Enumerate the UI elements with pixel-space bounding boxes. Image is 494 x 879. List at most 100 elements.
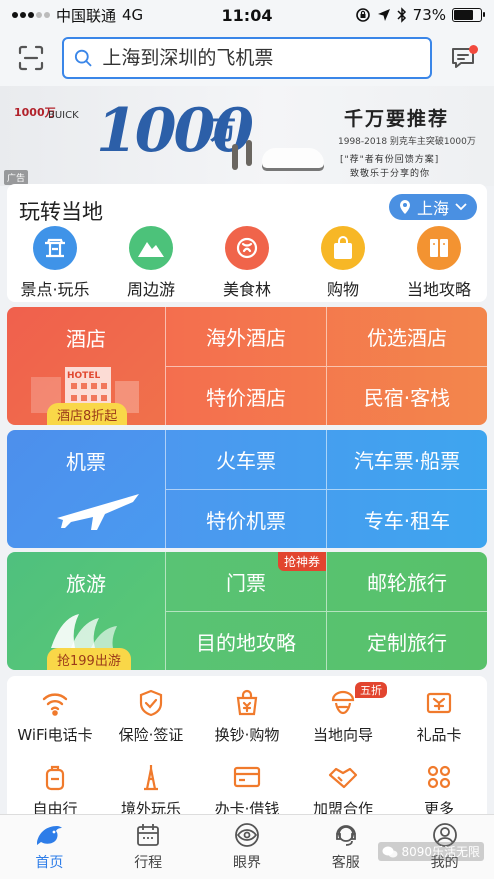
top-header [0, 30, 494, 86]
card-icon [232, 762, 262, 792]
local-item-food[interactable]: 美食林 [201, 226, 293, 300]
tower-icon [136, 762, 166, 792]
network-label: 4G [122, 6, 144, 24]
service-gift-card[interactable]: 礼品卡 [391, 688, 487, 745]
local-item-guide[interactable]: 当地攻略 [393, 226, 485, 300]
banner-subtitle: 1998-2018 别克车主突破1000万 [338, 137, 476, 147]
flight-title: 机票 [66, 450, 106, 474]
coupon-tag: 抢神券 [277, 552, 326, 571]
service-more[interactable]: 更多 [391, 762, 487, 816]
section-title: 玩转当地 [19, 200, 103, 224]
currency-icon [232, 688, 262, 718]
homestay-button[interactable]: 民宿·客栈 [326, 366, 487, 425]
discount-hotel-button[interactable]: 特价酒店 [165, 366, 326, 425]
service-label: WiFi电话卡 [17, 726, 93, 744]
travel-button[interactable]: 旅游 抢199出游 [7, 552, 165, 670]
banner-subtitle: ["荐"者有份回馈方案] [340, 155, 440, 165]
tab-trips[interactable]: 行程 [99, 815, 198, 879]
tickets-button[interactable]: 门票 抢神券 [165, 552, 326, 611]
overseas-hotel-button[interactable]: 海外酒店 [165, 307, 326, 366]
messages-button[interactable] [446, 41, 480, 75]
wechat-logo-icon [382, 846, 398, 857]
service-free-travel[interactable]: 自由行 [7, 762, 103, 816]
service-wifi[interactable]: WiFi电话卡 [7, 688, 103, 745]
tab-label: 客服 [331, 855, 360, 871]
service-partnership[interactable]: 加盟合作 [295, 762, 391, 816]
services-card: WiFi电话卡 保险·签证 换钞·购物 五折 当地向导 礼品卡 自由行 境外玩乐… [7, 676, 487, 816]
travel-promo-badge: 抢199出游 [47, 648, 131, 670]
flight-section: 机票 火车票 汽车票·船票 特价机票 专车·租车 [7, 430, 487, 548]
hotel-promo-badge: 酒店8折起 [47, 403, 128, 425]
train-ticket-button[interactable]: 火车票 [165, 430, 326, 489]
local-item-label: 购物 [326, 280, 359, 299]
service-label: 礼品卡 [416, 726, 462, 744]
mountain-icon [129, 226, 173, 270]
car-rental-button[interactable]: 专车·租车 [326, 489, 487, 548]
battery-icon [452, 8, 485, 22]
signal-icon [12, 12, 50, 18]
chevron-down-icon [455, 203, 467, 211]
banner-brand-name: BUICK [48, 110, 79, 121]
airplane-icon [57, 494, 139, 530]
calendar-icon [137, 824, 160, 846]
custom-travel-button[interactable]: 定制旅行 [326, 611, 487, 670]
orientation-lock-icon [355, 8, 370, 22]
scan-button[interactable] [14, 41, 48, 75]
handshake-icon [328, 762, 358, 792]
bus-ferry-ticket-button[interactable]: 汽车票·船票 [326, 430, 487, 489]
watermark-text: 8090乐活无限 [401, 845, 480, 859]
city-label: 上海 [416, 199, 449, 218]
tickets-label: 门票 [226, 571, 266, 595]
destination-guide-button[interactable]: 目的地攻略 [165, 611, 326, 670]
carrier-label: 中国联通 [56, 6, 117, 25]
sale-badge: 五折 [355, 682, 387, 698]
backpack-icon [40, 762, 70, 792]
search-icon [74, 49, 92, 67]
eye-icon [235, 823, 259, 847]
wifi-icon [40, 688, 70, 718]
search-input[interactable] [102, 47, 420, 69]
unread-dot [469, 45, 478, 54]
local-item-attractions[interactable]: 景点·玩乐 [9, 226, 101, 300]
watermark: 8090乐活无限 [378, 842, 484, 861]
cruise-button[interactable]: 邮轮旅行 [326, 552, 487, 611]
food-icon [225, 226, 269, 270]
city-selector[interactable]: 上海 [388, 194, 477, 220]
tab-label: 行程 [134, 855, 163, 871]
banner-headline: 千万要推荐 [344, 108, 450, 130]
banner-subtitle: 致敬乐于分享的你 [350, 169, 431, 179]
shopping-bag-icon [321, 226, 365, 270]
discount-flight-button[interactable]: 特价机票 [165, 489, 326, 548]
service-currency[interactable]: 换钞·购物 [199, 688, 295, 745]
banner-person [246, 140, 252, 166]
local-item-shopping[interactable]: 购物 [297, 226, 389, 300]
status-bar: 中国联通 4G 11:04 73% [0, 0, 494, 30]
travel-title: 旅游 [66, 572, 106, 596]
promo-banner[interactable]: 1000万 BUICK 1000 万 千万要推荐 1998-2018 别克车主突… [0, 86, 494, 186]
search-box[interactable] [62, 37, 432, 79]
scan-icon [18, 45, 44, 71]
tab-home[interactable]: 首页 [0, 815, 99, 879]
ad-label: 广告 [4, 170, 29, 185]
flight-button[interactable]: 机票 [7, 430, 165, 548]
selected-hotel-button[interactable]: 优选酒店 [326, 307, 487, 366]
service-overseas-fun[interactable]: 境外玩乐 [103, 762, 199, 816]
service-local-guide[interactable]: 五折 当地向导 [295, 682, 391, 745]
guide-book-icon [417, 226, 461, 270]
guide-icon [328, 688, 358, 718]
hotel-sign: HOTEL [67, 371, 101, 381]
local-item-nearby[interactable]: 周边游 [105, 226, 197, 300]
banner-person [232, 144, 238, 170]
hotel-button[interactable]: 酒店 HOTEL 酒店8折起 [7, 307, 165, 425]
bluetooth-icon [397, 7, 406, 23]
tab-label: 眼界 [232, 855, 261, 871]
service-card-loan[interactable]: 办卡·借钱 [199, 762, 295, 816]
service-label: 换钞·购物 [214, 726, 280, 744]
service-insurance[interactable]: 保险·签证 [103, 688, 199, 745]
hotel-section: 酒店 HOTEL 酒店8折起 海外酒店 优选酒店 特价酒店 民宿·客栈 [7, 307, 487, 425]
tab-discover[interactable]: 眼界 [198, 815, 297, 879]
shield-icon [136, 688, 166, 718]
local-experience-card: 玩转当地 上海 景点·玩乐 周边游 美食林 购物 当地攻略 [7, 184, 487, 302]
local-item-label: 周边游 [126, 280, 175, 299]
location-pin-icon [399, 200, 410, 214]
